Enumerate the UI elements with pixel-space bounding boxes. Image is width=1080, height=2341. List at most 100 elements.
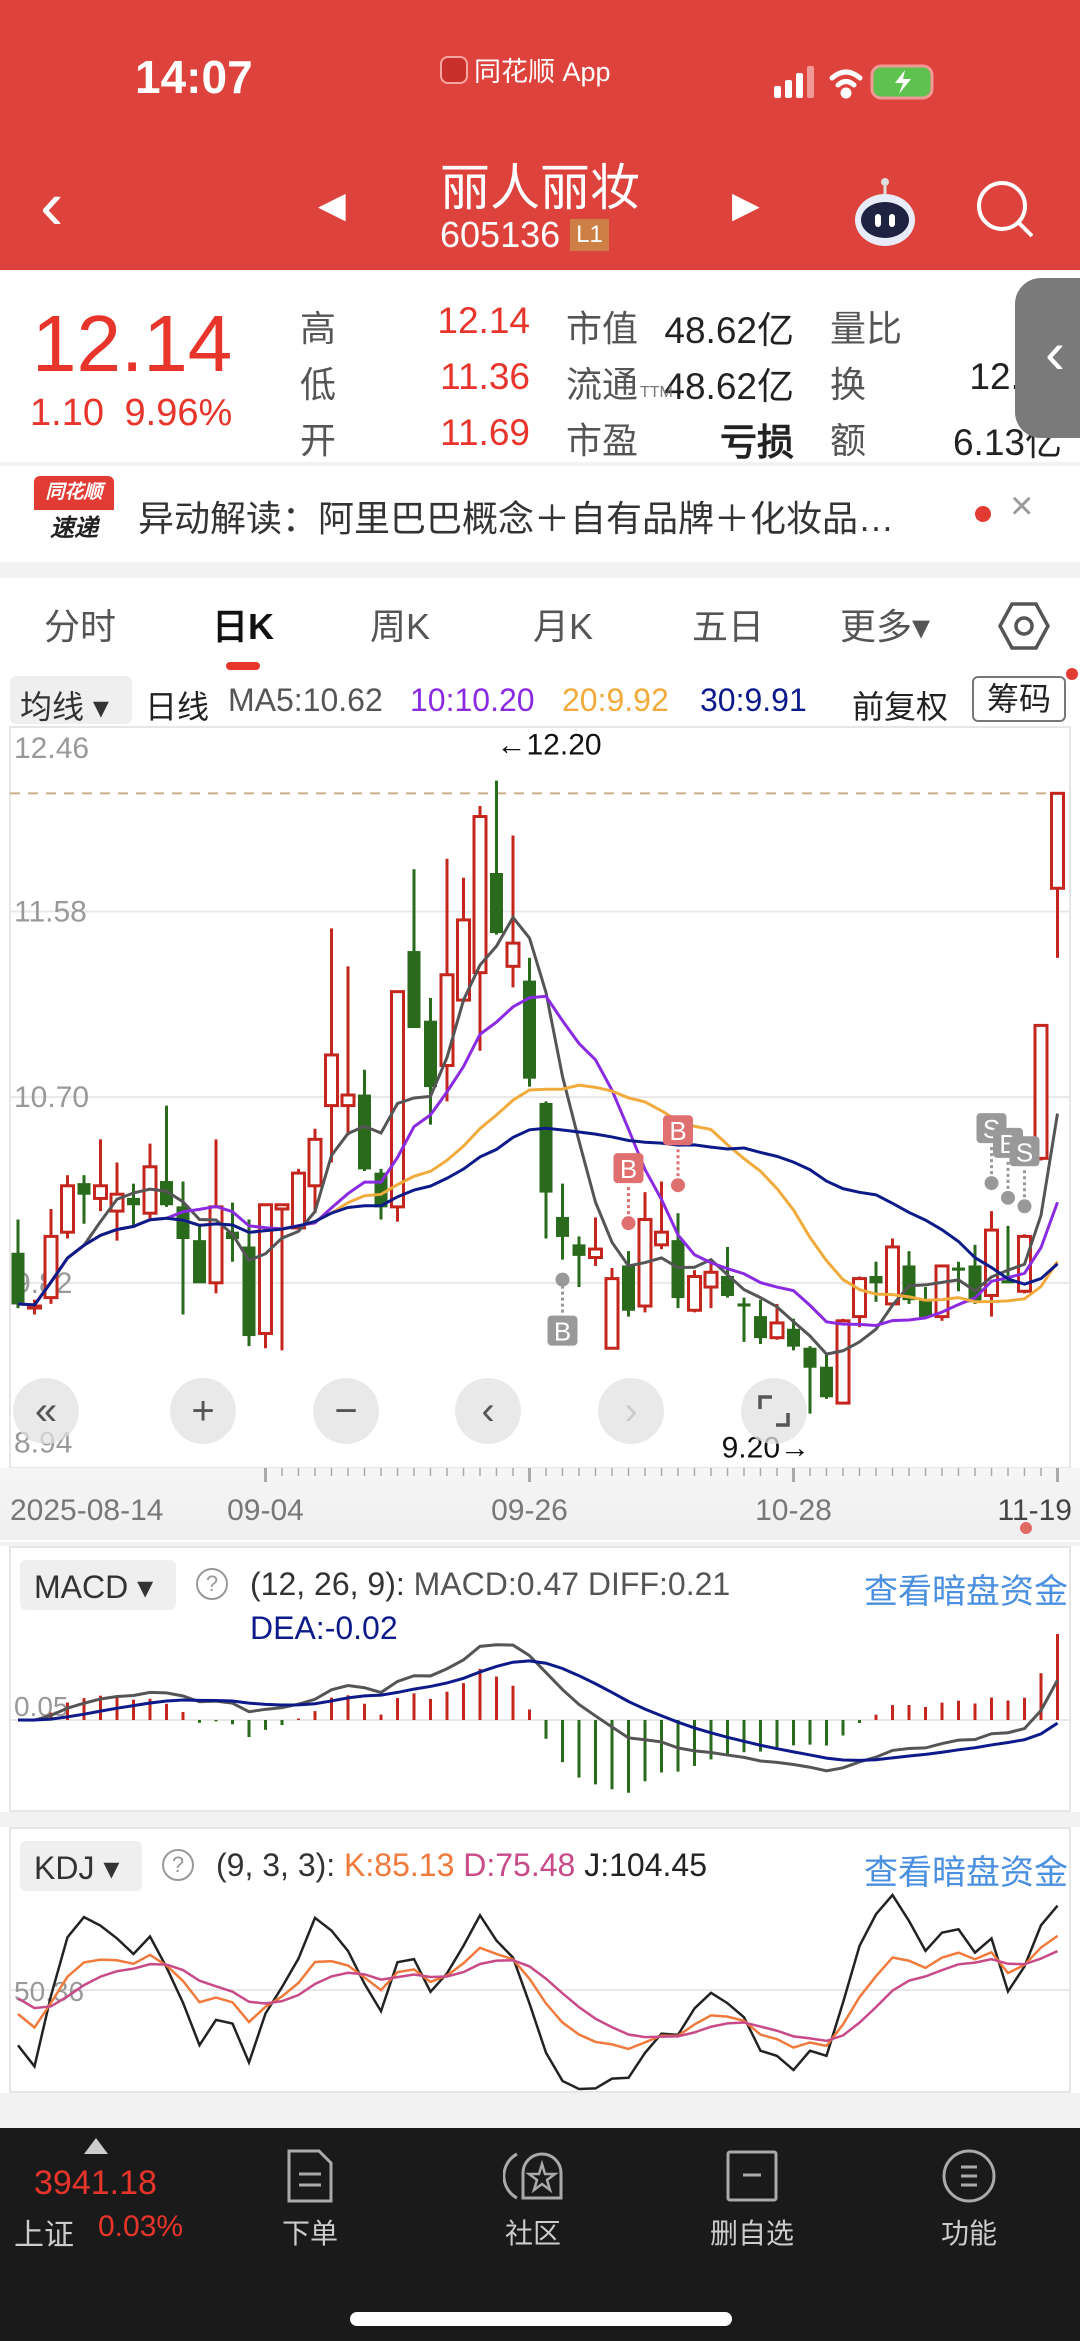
candle-body bbox=[291, 1171, 306, 1230]
nav-order[interactable]: 下单 bbox=[230, 2148, 390, 2252]
candle-body bbox=[703, 1270, 719, 1289]
stock-code-row: 605136 L1 bbox=[440, 214, 609, 256]
indicator-selector[interactable]: 均线 ▾ bbox=[10, 676, 132, 725]
index-value[interactable]: 3941.18 bbox=[34, 2164, 157, 2203]
candle bbox=[490, 780, 503, 935]
candle-body bbox=[787, 1328, 800, 1347]
remove-watchlist-icon bbox=[726, 2150, 778, 2202]
candle bbox=[11, 1219, 25, 1309]
candle bbox=[869, 1261, 883, 1302]
tab-more[interactable]: 更多▾ bbox=[840, 598, 930, 650]
notification-dot bbox=[1066, 668, 1078, 680]
nav-community-label: 社区 bbox=[504, 2218, 561, 2249]
candle-body bbox=[919, 1299, 932, 1318]
change-percent: 9.96% bbox=[124, 392, 233, 434]
date-label: 09-26 bbox=[491, 1494, 568, 1527]
candle bbox=[456, 877, 471, 1003]
candle bbox=[358, 1069, 371, 1171]
candle-body bbox=[556, 1216, 569, 1237]
kdj-panel: KDJ ▾ ? (9, 3, 3): K:85.13 D:75.48 J:104… bbox=[0, 1827, 1080, 2093]
signal-marker-S: S bbox=[1009, 1136, 1040, 1214]
candle bbox=[852, 1276, 867, 1328]
candle bbox=[424, 997, 437, 1125]
candle bbox=[1050, 791, 1065, 958]
candle bbox=[27, 1299, 42, 1315]
fullscreen-button[interactable] bbox=[741, 1378, 807, 1444]
candle-body bbox=[258, 1203, 273, 1335]
nav-remove-watchlist[interactable]: 删自选 bbox=[672, 2148, 832, 2252]
ma10-value: 10:10.20 bbox=[410, 682, 535, 718]
news-close-button[interactable]: × bbox=[1010, 484, 1033, 529]
bottom-nav: 3941.18 上证 0.03% 下单 社区 删自选 功能 bbox=[0, 2128, 1080, 2341]
tab-monthly-k[interactable]: 月K bbox=[533, 598, 593, 650]
tab-five-day[interactable]: 五日 bbox=[692, 598, 764, 650]
level-badge: L1 bbox=[570, 219, 609, 251]
candle-body bbox=[407, 951, 421, 1029]
candle-body bbox=[835, 1319, 851, 1405]
kdj-chart: 50.36 bbox=[9, 1827, 1071, 2093]
app-name: 同花顺 App bbox=[474, 57, 611, 87]
dea-line bbox=[17, 1659, 1059, 1762]
candle-body bbox=[60, 1184, 75, 1234]
candle bbox=[604, 1268, 620, 1350]
candle bbox=[835, 1318, 851, 1405]
candlestick-chart[interactable]: 12.4611.5810.709.828.94BBBSBS←12.209.20→ bbox=[0, 726, 1080, 1542]
nav-functions-label: 功能 bbox=[940, 2218, 997, 2249]
next-stock-button[interactable]: ▶ bbox=[732, 184, 760, 226]
community-star-icon bbox=[503, 2152, 563, 2200]
candle-body bbox=[687, 1274, 702, 1312]
tab-weekly-k[interactable]: 周K bbox=[370, 598, 430, 650]
adjust-mode[interactable]: 前复权 bbox=[852, 682, 948, 728]
status-time: 14:07 bbox=[135, 51, 253, 103]
index-up-arrow-icon bbox=[84, 2138, 108, 2154]
settings-gear-icon[interactable] bbox=[998, 600, 1050, 652]
candle-body bbox=[193, 1240, 206, 1284]
candle-body bbox=[439, 973, 455, 1068]
candle-body bbox=[77, 1183, 91, 1195]
candle bbox=[754, 1299, 767, 1345]
period-label: 日线 bbox=[145, 689, 210, 725]
candle-body bbox=[340, 1093, 356, 1108]
quote-value: 11.69 bbox=[440, 412, 530, 453]
pe-ttm-superscript: TTM bbox=[640, 384, 673, 401]
signal-label: S bbox=[1016, 1137, 1033, 1167]
macd-chart: 0.05 bbox=[9, 1546, 1071, 1812]
index-change: 0.03% bbox=[98, 2210, 184, 2243]
y-tick-label: 10.70 bbox=[14, 1081, 89, 1114]
scroll-left-button[interactable]: ‹ bbox=[455, 1378, 521, 1444]
status-app-label: 同花顺 App bbox=[440, 50, 611, 89]
candle-body bbox=[274, 1203, 290, 1211]
signal-icon bbox=[774, 66, 814, 98]
candle bbox=[324, 928, 339, 1163]
news-text[interactable]: 异动解读：阿里巴巴概念＋自有品牌＋化妆品… bbox=[138, 490, 894, 542]
quote-label: 低 bbox=[300, 364, 337, 405]
app-header: 14:07 同花顺 App ‹ ◀ 丽人丽妆 605136 L1 ▶ bbox=[0, 0, 1080, 270]
news-ticker[interactable]: 同花顺 速递 异动解读：阿里巴巴概念＋自有品牌＋化妆品… × bbox=[0, 466, 1080, 562]
candle bbox=[637, 1192, 653, 1313]
candle bbox=[60, 1175, 75, 1239]
stock-title: 丽人丽妆 bbox=[440, 160, 640, 216]
scroll-right-button[interactable]: › bbox=[598, 1378, 664, 1444]
candle bbox=[703, 1261, 719, 1309]
functions-menu-icon bbox=[942, 2149, 996, 2203]
zoom-in-button[interactable]: + bbox=[170, 1378, 236, 1444]
scroll-to-start-button[interactable]: « bbox=[13, 1378, 79, 1444]
nav-functions[interactable]: 功能 bbox=[889, 2148, 1049, 2252]
candle bbox=[208, 1139, 224, 1294]
ma-legend-row: 均线 ▾ 日线 MA5:10.62 10:10.20 20:9.92 30:9.… bbox=[0, 668, 1080, 728]
candle bbox=[242, 1219, 256, 1347]
search-icon[interactable] bbox=[974, 178, 1036, 240]
robot-assistant-icon[interactable] bbox=[852, 176, 918, 248]
tab-daily-k[interactable]: 日K bbox=[212, 598, 274, 650]
chip-distribution-button[interactable]: 筹码 bbox=[972, 676, 1066, 722]
date-axis: 2025-08-14 09-04 09-26 10-28 11-19 bbox=[0, 1468, 1080, 1540]
side-drawer-tab[interactable]: ‹ bbox=[1015, 278, 1080, 438]
date-label: 10-28 bbox=[755, 1494, 832, 1527]
kline-chart-area[interactable]: 12.4611.5810.709.828.94BBBSBS←12.209.20→… bbox=[0, 726, 1080, 1542]
date-label: 11-19 bbox=[997, 1494, 1072, 1527]
kdj-frame bbox=[9, 1827, 1071, 2093]
home-indicator[interactable] bbox=[350, 2312, 732, 2326]
zoom-out-button[interactable]: − bbox=[313, 1378, 379, 1444]
tab-intraday[interactable]: 分时 bbox=[44, 598, 116, 650]
nav-community[interactable]: 社区 bbox=[453, 2148, 613, 2252]
